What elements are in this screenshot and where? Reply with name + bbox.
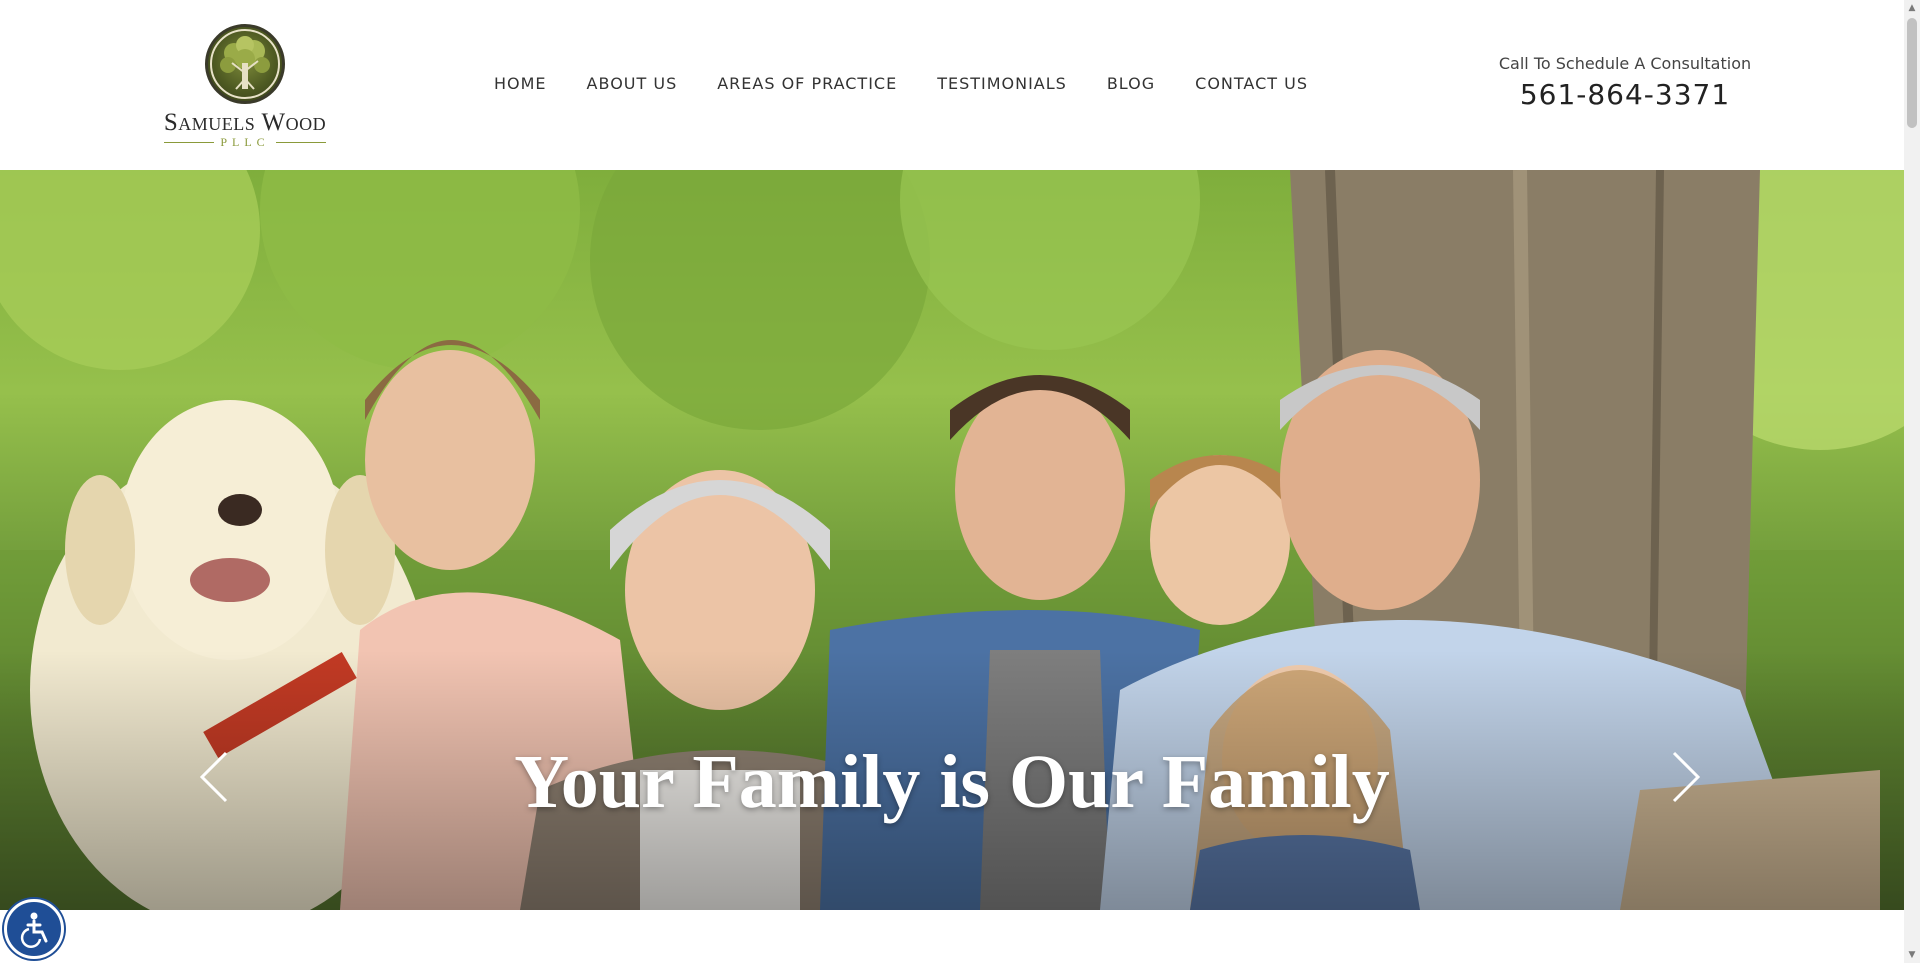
phone-link[interactable]: 561-864-3371 [1480,76,1770,114]
scroll-down-icon[interactable]: ▼ [1904,947,1920,963]
nav-item-home[interactable]: HOME [494,72,547,96]
nav-item-contact-us[interactable]: CONTACT US [1195,72,1308,96]
hero-slider: Your Family is Our Family [0,170,1904,910]
tree-icon [205,24,285,104]
nav-item-about-us[interactable]: ABOUT US [587,72,678,96]
nav-item-areas-of-practice[interactable]: AREAS OF PRACTICE [717,72,897,96]
header-contact: Call To Schedule A Consultation 561-864-… [1480,52,1770,114]
scroll-thumb[interactable] [1907,18,1917,128]
slider-next-button[interactable] [1660,747,1710,807]
nav-item-blog[interactable]: BLOG [1107,72,1155,96]
site-logo[interactable]: Samuels Wood PLLC [150,24,340,148]
site-header: Samuels Wood PLLC HOME ABOUT US AREAS OF… [0,0,1904,170]
brand-name: Samuels Wood [163,109,327,136]
page-scrollbar[interactable]: ▲ ▼ [1904,0,1920,963]
chevron-right-icon [1672,751,1701,803]
brand-suffix: PLLC [150,136,340,148]
nav-item-testimonials[interactable]: TESTIMONIALS [937,72,1067,96]
main-nav: HOME ABOUT US AREAS OF PRACTICE TESTIMON… [494,72,1308,96]
accessibility-button[interactable] [4,899,64,959]
scroll-up-icon[interactable]: ▲ [1904,0,1920,16]
hero-title: Your Family is Our Family [514,740,1390,824]
consultation-label: Call To Schedule A Consultation [1498,54,1752,73]
wheelchair-icon [20,912,48,948]
